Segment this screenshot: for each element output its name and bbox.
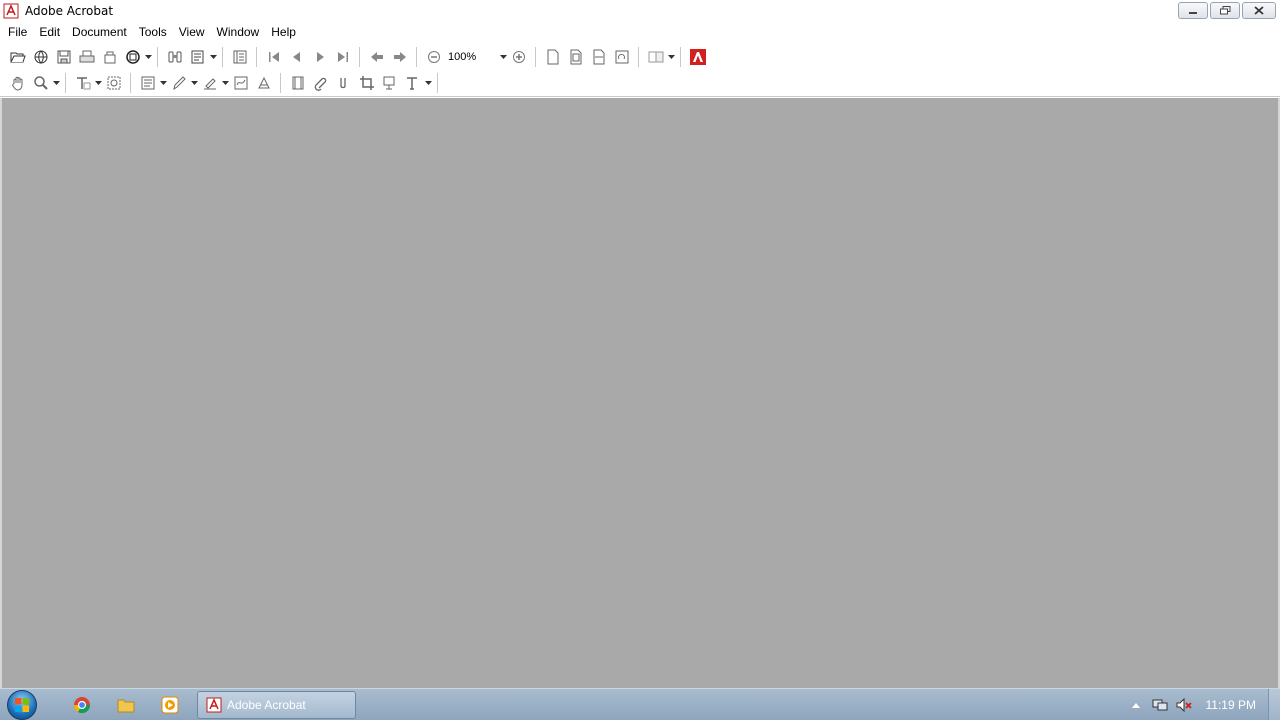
toolbar-separator	[437, 73, 438, 93]
chrome-icon[interactable]	[60, 689, 104, 720]
zoom-in-icon[interactable]	[507, 46, 530, 68]
menu-file[interactable]: File	[2, 22, 33, 42]
show-desktop-button[interactable]	[1268, 689, 1280, 720]
note-tool-dropdown-icon[interactable]	[159, 72, 167, 94]
highlight-tool-icon[interactable]	[198, 72, 221, 94]
snapshot-tool-icon[interactable]	[102, 72, 125, 94]
restore-button[interactable]	[1210, 2, 1240, 19]
article-tool-icon[interactable]	[378, 72, 401, 94]
next-page-icon[interactable]	[308, 46, 331, 68]
print-icon[interactable]	[75, 46, 98, 68]
menu-bar: File Edit Document Tools View Window Hel…	[0, 22, 1280, 42]
system-tray: 11:19 PM	[1124, 689, 1280, 720]
previous-view-icon[interactable]	[365, 46, 388, 68]
show-hidden-icons-icon[interactable]	[1124, 689, 1148, 720]
menu-view[interactable]: View	[173, 22, 211, 42]
windows-taskbar: Adobe Acrobat 11:19 PM	[0, 688, 1280, 720]
previous-page-icon[interactable]	[285, 46, 308, 68]
window-title: Adobe Acrobat	[25, 4, 114, 18]
zoom-out-icon[interactable]	[422, 46, 445, 68]
minimize-button[interactable]	[1178, 2, 1208, 19]
menu-help[interactable]: Help	[265, 22, 302, 42]
zoom-level-input[interactable]	[445, 47, 499, 66]
page-layout-dropdown-icon[interactable]	[667, 46, 675, 68]
toolbar-separator	[280, 73, 281, 93]
email-icon[interactable]	[98, 46, 121, 68]
close-button[interactable]	[1242, 2, 1276, 19]
taskbar-app-label: Adobe Acrobat	[227, 698, 306, 712]
toolbar-separator	[638, 46, 639, 67]
title-bar: Adobe Acrobat	[0, 0, 1280, 22]
save-icon[interactable]	[52, 46, 75, 68]
attach-file-icon[interactable]	[309, 72, 332, 94]
menu-window[interactable]: Window	[211, 22, 266, 42]
actual-size-icon[interactable]	[541, 46, 564, 68]
toolbar-separator	[130, 73, 131, 93]
pencil-dropdown-icon[interactable]	[190, 72, 198, 94]
document-pane[interactable]	[0, 98, 1280, 688]
toolbar-separator	[535, 46, 536, 67]
note-tool-icon[interactable]	[136, 72, 159, 94]
media-player-icon[interactable]	[148, 689, 192, 720]
toolbar-separator	[256, 46, 257, 67]
volume-muted-icon[interactable]	[1172, 689, 1196, 720]
menu-document[interactable]: Document	[66, 22, 133, 42]
network-icon[interactable]	[1148, 689, 1172, 720]
rotate-view-icon[interactable]	[610, 46, 633, 68]
zoom-tool-dropdown-icon[interactable]	[52, 72, 60, 94]
highlight-dropdown-icon[interactable]	[221, 72, 229, 94]
text-select-tool-icon[interactable]	[71, 72, 94, 94]
toolbar-separator	[157, 46, 158, 67]
acrobat-app-icon[interactable]	[3, 3, 19, 19]
toolbar-separator	[222, 46, 223, 67]
toolbar-separator	[416, 46, 417, 67]
zoom-dropdown-icon[interactable]	[499, 46, 507, 68]
toolbar-separator	[680, 46, 681, 67]
show-hide-navigation-icon[interactable]	[228, 46, 251, 68]
sign-document-icon[interactable]	[229, 72, 252, 94]
menu-tools[interactable]: Tools	[133, 22, 173, 42]
windows-logo-icon	[7, 689, 37, 720]
next-view-icon[interactable]	[388, 46, 411, 68]
fit-page-icon[interactable]	[564, 46, 587, 68]
file-explorer-icon[interactable]	[104, 689, 148, 720]
taskbar-acrobat-button[interactable]: Adobe Acrobat	[197, 691, 356, 719]
file-toolbar	[0, 43, 1280, 70]
tools-toolbar	[0, 70, 1280, 97]
open-folder-icon[interactable]	[6, 46, 29, 68]
movie-tool-icon[interactable]	[286, 72, 309, 94]
system-clock[interactable]: 11:19 PM	[1206, 698, 1256, 712]
review-comment-icon[interactable]	[186, 46, 209, 68]
toolbar-separator	[65, 73, 66, 93]
open-web-page-icon[interactable]	[29, 46, 52, 68]
stamp-tool-icon[interactable]	[252, 72, 275, 94]
acrobat-taskbar-icon	[206, 697, 222, 713]
page-layout-icon[interactable]	[644, 46, 667, 68]
start-button[interactable]	[0, 689, 44, 720]
crop-tool-icon[interactable]	[355, 72, 378, 94]
pencil-tool-icon[interactable]	[167, 72, 190, 94]
menu-edit[interactable]: Edit	[33, 22, 66, 42]
zoom-tool-icon[interactable]	[29, 72, 52, 94]
last-page-icon[interactable]	[331, 46, 354, 68]
select-tool-dropdown-icon[interactable]	[94, 72, 102, 94]
fit-width-icon[interactable]	[587, 46, 610, 68]
create-pdf-dropdown-icon[interactable]	[144, 46, 152, 68]
toolbar-separator	[359, 46, 360, 67]
create-pdf-icon[interactable]	[121, 46, 144, 68]
review-dropdown-icon[interactable]	[209, 46, 217, 68]
hand-tool-icon[interactable]	[6, 72, 29, 94]
first-page-icon[interactable]	[262, 46, 285, 68]
link-tool-icon[interactable]	[332, 72, 355, 94]
touchup-dropdown-icon[interactable]	[424, 72, 432, 94]
touchup-text-tool-icon[interactable]	[401, 72, 424, 94]
adobe-logo-icon[interactable]	[686, 46, 709, 68]
search-binoculars-icon[interactable]	[163, 46, 186, 68]
